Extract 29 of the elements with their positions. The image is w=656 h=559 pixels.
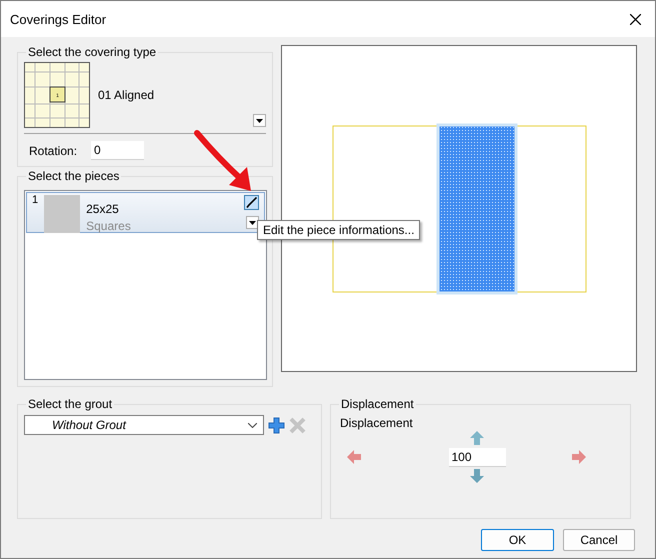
- close-icon[interactable]: [630, 14, 641, 24]
- piece-thumbnail: [44, 195, 80, 233]
- group-label: Select the pieces: [27, 169, 120, 183]
- displacement-caption: Displacement: [339, 415, 414, 430]
- group-label: Displacement: [340, 397, 415, 411]
- piece-item[interactable]: 1 25x25 Squares: [26, 192, 265, 233]
- piece-type: Squares: [86, 219, 132, 233]
- pattern-name: 01 Aligned: [98, 88, 156, 102]
- displacement-field[interactable]: 100: [448, 448, 506, 466]
- piece-name: 25x25: [86, 202, 120, 216]
- caret-icon: [249, 220, 256, 224]
- arrow-down-icon[interactable]: [470, 469, 484, 483]
- group-label: Select the covering type: [27, 45, 158, 59]
- rotation-label: Rotation:: [29, 144, 78, 158]
- window-title: Coverings Editor: [10, 12, 106, 26]
- dialog-button[interactable]: Cancel: [563, 529, 635, 551]
- group-label: Select the grout: [27, 397, 114, 411]
- grout-select[interactable]: Without Grout: [24, 415, 264, 435]
- brush-icon: [246, 197, 257, 208]
- caret-icon: [256, 118, 263, 122]
- add-icon[interactable]: [268, 416, 285, 434]
- tooltip: Edit the piece informations...: [257, 220, 420, 240]
- rotation-field[interactable]: 0: [91, 141, 144, 160]
- chevron-icon: [248, 422, 257, 428]
- piece-index: 1: [32, 194, 38, 208]
- dropdown-button[interactable]: [253, 114, 266, 127]
- edit-button[interactable]: [244, 195, 259, 210]
- annotation-arrow: [194, 130, 251, 191]
- dialog-button[interactable]: OK: [481, 529, 554, 551]
